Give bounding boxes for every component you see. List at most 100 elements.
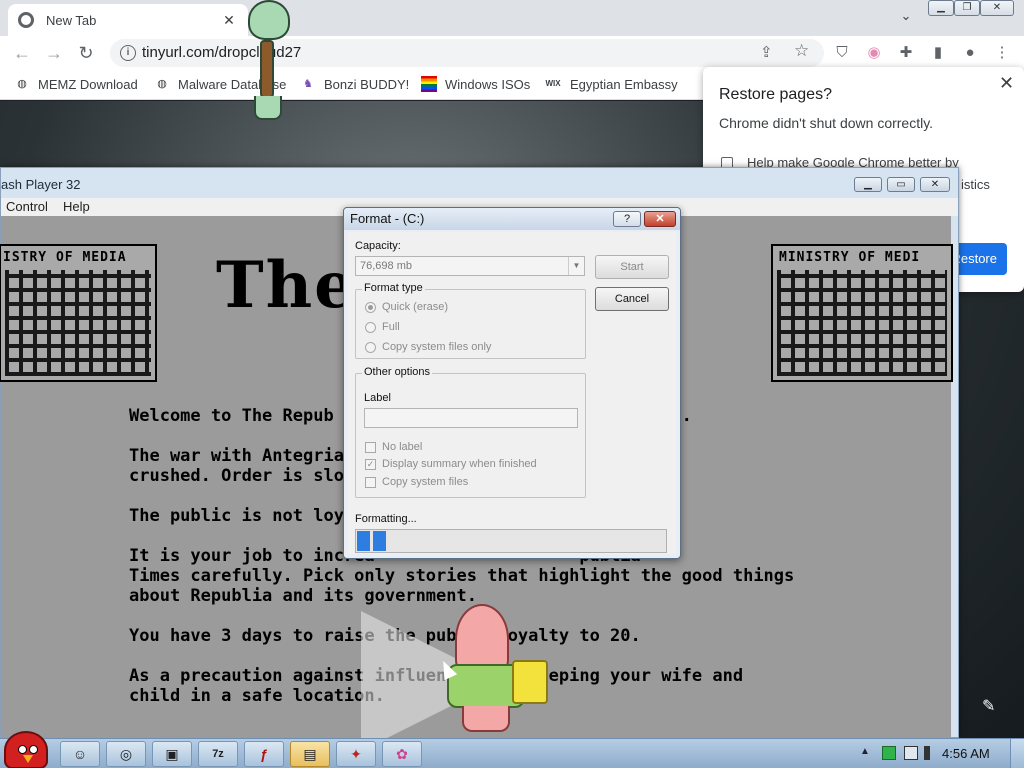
bookmark-egyptian-embassy[interactable]: WIX Egyptian Embassy <box>544 76 677 92</box>
capacity-label: Capacity: <box>355 240 401 252</box>
profile-avatar-icon[interactable]: ● <box>960 43 980 63</box>
volume-label-caption: Label <box>364 392 391 404</box>
bookmark-bonzi-buddy[interactable]: ♞ Bonzi BUDDY! <box>300 76 409 92</box>
radio-quick-erase[interactable] <box>365 302 376 313</box>
address-bar[interactable]: i tinyurl.com/dropcloud27 ⇪ ☆ <box>110 39 824 67</box>
network-icon[interactable] <box>904 746 918 760</box>
start-orb-beak <box>23 755 33 763</box>
flash-minimize-button[interactable]: ▁ <box>854 177 882 192</box>
squidward-sprite-head <box>248 0 290 40</box>
tab-new-tab[interactable]: New Tab ✕ <box>8 4 248 36</box>
flash-window-title: ash Player 32 <box>1 177 81 192</box>
restore-button[interactable]: Restore <box>951 243 1007 275</box>
cancel-button[interactable]: Cancel <box>595 287 669 311</box>
ministry-of-media-logo-right: MINISTRY OF MEDI <box>771 244 953 382</box>
ministry-logo-pattern <box>777 270 947 376</box>
restore-close-icon[interactable]: ✕ <box>999 73 1014 94</box>
reload-icon[interactable]: ↻ <box>74 41 98 65</box>
browser-restore-button[interactable]: ❐ <box>954 0 980 16</box>
flag-extension-icon[interactable]: ◉ <box>864 43 884 63</box>
radio-copy-system-only-label: Copy system files only <box>382 341 492 353</box>
bookmark-label: Bonzi BUDDY! <box>324 76 410 92</box>
bonzi-icon: ♞ <box>303 78 313 90</box>
address-url[interactable]: tinyurl.com/dropcloud27 <box>142 44 301 61</box>
share-icon[interactable]: ⇪ <box>760 43 773 61</box>
menu-help[interactable]: Help <box>63 199 90 214</box>
restore-title: Restore pages? <box>719 86 832 103</box>
format-dialog-titlebar[interactable]: Format - (C:) ? ✕ <box>344 208 680 230</box>
bookmark-label: Windows ISOs <box>445 76 531 92</box>
ministry-of-media-logo-left: ISTRY OF MEDIA <box>0 244 157 382</box>
copy-system-files-checkbox-label: Copy system files <box>382 476 469 488</box>
capacity-value: 76,698 mb <box>360 260 412 272</box>
no-label-checkbox[interactable] <box>365 442 376 453</box>
radio-copy-system-only[interactable] <box>365 342 376 353</box>
start-button[interactable]: Start <box>595 255 669 279</box>
capacity-select[interactable]: 76,698 mb ▼ <box>355 256 585 276</box>
restore-message: Chrome didn't shut down correctly. <box>719 115 934 131</box>
explorer-task-button[interactable]: ☺ <box>60 741 100 767</box>
spongebob-sprite <box>512 660 548 704</box>
bookmark-memz-download[interactable]: ◍ MEMZ Download <box>14 76 138 92</box>
format-dialog-title: Format - (C:) <box>350 211 425 226</box>
format-close-button[interactable]: ✕ <box>644 211 676 227</box>
extensions-puzzle-icon[interactable]: ✚ <box>896 43 916 63</box>
site-info-icon[interactable]: i <box>120 45 136 61</box>
chrome-menu-icon[interactable]: ⋮ <box>992 43 1012 63</box>
show-desktop-button[interactable] <box>1010 739 1024 768</box>
globe-icon: ◍ <box>17 78 27 90</box>
tab-search-chevron-icon[interactable]: ⌄ <box>896 6 916 26</box>
squidward-sprite-body <box>260 40 274 98</box>
display-summary-checkbox[interactable]: ✓ <box>365 459 376 470</box>
tray-expand-arrow-icon[interactable]: ▲ <box>860 746 870 757</box>
battery-icon[interactable] <box>882 746 896 760</box>
tab-close-icon[interactable]: ✕ <box>220 12 238 29</box>
radio-full[interactable] <box>365 322 376 333</box>
angry-bird-start-icon[interactable] <box>4 731 48 768</box>
other-options-group: Other options Label No label ✓ Display s… <box>355 366 586 498</box>
copy-system-files-checkbox[interactable] <box>365 477 376 488</box>
ministry-logo-pattern <box>5 270 151 376</box>
browser-close-button[interactable]: ✕ <box>980 0 1014 16</box>
globe-icon: ◍ <box>157 78 167 90</box>
side-panel-icon[interactable]: ▮ <box>928 43 948 63</box>
format-type-group: Format type Quick (erase) Full Copy syst… <box>355 282 586 359</box>
flash-maximize-button[interactable]: ▭ <box>887 177 915 192</box>
chevron-down-icon: ▼ <box>568 257 584 275</box>
help-improve-label-tail: istics <box>961 177 990 192</box>
squidward-sprite-legs <box>254 96 282 120</box>
menu-control[interactable]: Control <box>6 199 48 214</box>
flash-task-button[interactable]: ƒ <box>244 741 284 767</box>
start-orb-eye-right <box>29 745 38 754</box>
chrome-task-button[interactable]: ◎ <box>106 741 146 767</box>
format-dialog: Format - (C:) ? ✕ Capacity: 76,698 mb ▼ … <box>343 207 681 559</box>
format-dialog-body: Capacity: 76,698 mb ▼ Start Cancel Forma… <box>348 232 676 554</box>
display-summary-checkbox-label: Display summary when finished <box>382 458 537 470</box>
flash-close-button[interactable]: ✕ <box>920 177 950 192</box>
7zip-task-button[interactable]: 7z <box>198 741 238 767</box>
volume-label-input[interactable] <box>364 408 578 428</box>
format-dialog-task-button[interactable]: ▤ <box>290 741 330 767</box>
taskbar-clock[interactable]: 4:56 AM <box>942 746 990 761</box>
volume-icon[interactable] <box>924 746 938 760</box>
browser-minimize-button[interactable]: ▁ <box>928 0 954 16</box>
ministry-logo-text: ISTRY OF MEDIA <box>3 250 127 265</box>
colorful-app-task-button[interactable]: ✿ <box>382 741 422 767</box>
network-monitor-task-button[interactable]: ▣ <box>152 741 192 767</box>
format-progress-bar <box>355 529 667 553</box>
wix-icon: WIX <box>545 79 561 88</box>
radio-full-label: Full <box>382 321 400 333</box>
bookmark-star-icon[interactable]: ☆ <box>794 41 809 61</box>
format-status-text: Formatting... <box>355 513 417 525</box>
back-arrow-icon[interactable]: ← <box>10 41 34 65</box>
bookmark-windows-isos[interactable]: ▦ Windows ISOs <box>421 76 530 92</box>
ublock-extension-icon[interactable]: ⛉ <box>832 43 852 63</box>
no-label-checkbox-label: No label <box>382 441 423 453</box>
forward-arrow-icon[interactable]: → <box>42 41 66 65</box>
tab-title: New Tab <box>46 12 97 28</box>
rainbow-flag-icon: ▦ <box>421 76 437 92</box>
help-question-icon[interactable]: ? <box>613 211 641 227</box>
edit-pencil-icon[interactable]: ✎ <box>982 696 995 716</box>
browser-toolbar: ← → ↻ i tinyurl.com/dropcloud27 ⇪ ☆ ⛉ ◉ … <box>0 36 1024 70</box>
game-task-button[interactable]: ✦ <box>336 741 376 767</box>
